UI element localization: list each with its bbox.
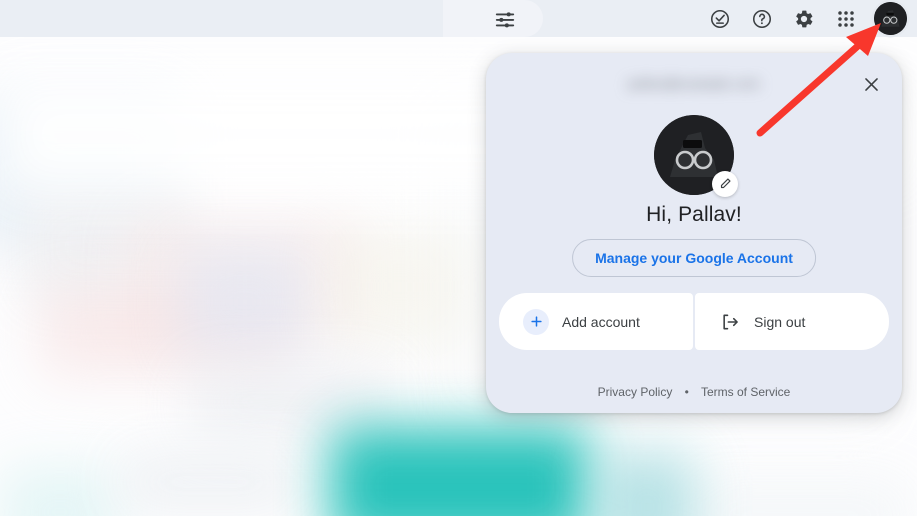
- background-blob: [180, 247, 310, 357]
- account-email-redacted: pallav@example.com: [599, 69, 789, 99]
- background-teal-blob: [330, 427, 590, 516]
- topbar-icon-group: [706, 0, 907, 37]
- profile-avatar[interactable]: [654, 115, 734, 195]
- avatar-illustration-icon: [874, 2, 907, 35]
- background-blob: [690, 477, 910, 516]
- greeting-text: Hi, Pallav!: [486, 203, 902, 227]
- apps-grid-icon[interactable]: [832, 5, 860, 33]
- background-blob: [120, 452, 300, 512]
- tasks-check-icon[interactable]: [706, 5, 734, 33]
- close-icon[interactable]: [854, 67, 888, 101]
- tune-icon[interactable]: [494, 8, 516, 30]
- sign-out-button[interactable]: Sign out: [695, 293, 889, 350]
- top-app-bar: [0, 0, 917, 37]
- google-account-card: pallav@example.com: [486, 53, 902, 413]
- plus-icon: [523, 309, 549, 335]
- footer-separator: •: [685, 385, 689, 399]
- add-account-button[interactable]: Add account: [499, 293, 693, 350]
- background-blob: [330, 227, 470, 347]
- background-teal-blob: [600, 452, 695, 516]
- background-blob: [0, 467, 120, 516]
- add-account-label: Add account: [562, 314, 640, 330]
- card-footer: Privacy Policy • Terms of Service: [486, 385, 902, 399]
- help-icon[interactable]: [748, 5, 776, 33]
- logout-icon: [719, 311, 741, 333]
- edit-avatar-badge[interactable]: [712, 171, 738, 197]
- account-avatar-button[interactable]: [874, 2, 907, 35]
- privacy-policy-link[interactable]: Privacy Policy: [598, 385, 673, 399]
- screen-root: pallav@example.com: [0, 0, 917, 516]
- settings-gear-icon[interactable]: [790, 5, 818, 33]
- account-action-group: Add account Sign out: [499, 293, 889, 350]
- account-email-text: pallav@example.com: [599, 69, 789, 99]
- terms-of-service-link[interactable]: Terms of Service: [701, 385, 790, 399]
- sign-out-label: Sign out: [754, 314, 805, 330]
- manage-google-account-button[interactable]: Manage your Google Account: [572, 239, 816, 277]
- search-field-tail[interactable]: [443, 0, 543, 37]
